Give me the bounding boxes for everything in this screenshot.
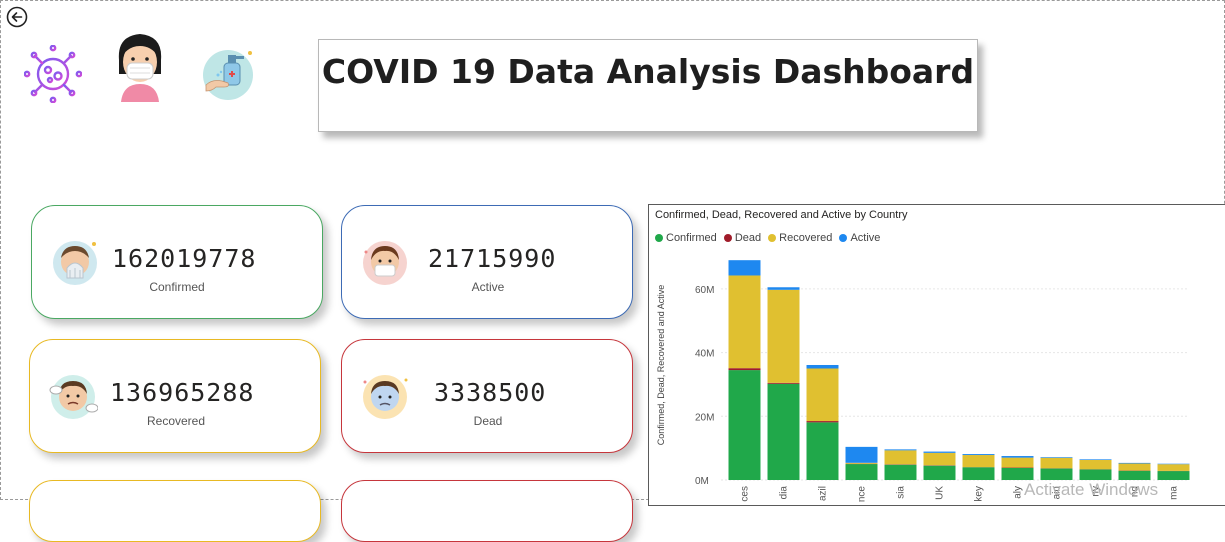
y-tick-label: 0M (695, 476, 709, 487)
x-tick-label: ma (1169, 486, 1180, 500)
kpi-recovered-value: 136965288 (110, 378, 254, 407)
x-tick-label: UK (935, 486, 946, 500)
bar-segment-active[interactable] (1119, 463, 1151, 464)
bar-segment-active[interactable] (1041, 457, 1073, 458)
bar-segment-recovered[interactable] (1158, 464, 1190, 471)
bar-segment-confirmed[interactable] (1158, 471, 1190, 480)
kpi-active-value: 21715990 (428, 244, 556, 273)
bar-segment-active[interactable] (885, 449, 917, 450)
y-tick-label: 20M (695, 412, 714, 423)
bar-segment-confirmed[interactable] (768, 384, 800, 480)
x-tick-label: azil (818, 486, 829, 501)
dashboard-title-card: COVID 19 Data Analysis Dashboard (318, 39, 978, 132)
bar-segment-confirmed[interactable] (846, 464, 878, 480)
bar-segment-confirmed[interactable] (1119, 471, 1151, 480)
kpi-card-dead[interactable]: 3338500 Dead (341, 339, 633, 453)
bar-segment-recovered[interactable] (885, 450, 917, 464)
bar-segment-confirmed[interactable] (1080, 469, 1112, 480)
bar-segment-recovered[interactable] (846, 463, 878, 464)
bar-segment-recovered[interactable] (963, 455, 995, 467)
bar-segment-active[interactable] (768, 287, 800, 290)
kpi-active-label: Active (428, 280, 548, 294)
back-arrow-icon[interactable] (6, 6, 28, 28)
bar-segment-confirmed[interactable] (729, 370, 761, 480)
x-tick-label: sia (896, 486, 907, 499)
masked-girl-icon (111, 30, 169, 102)
bar-segment-recovered[interactable] (1002, 458, 1034, 468)
bar-segment-confirmed[interactable] (807, 422, 839, 480)
bar-segment-dead[interactable] (768, 383, 800, 384)
kpi-dead-value: 3338500 (434, 378, 546, 407)
bar-segment-active[interactable] (807, 365, 839, 369)
kpi-card-partial-right[interactable] (341, 480, 633, 542)
bar-segment-active[interactable] (1002, 456, 1034, 458)
kpi-confirmed-value: 162019778 (112, 244, 256, 273)
kpi-card-confirmed[interactable]: 162019778 Confirmed (31, 205, 323, 319)
bar-segment-active[interactable] (846, 447, 878, 463)
bar-segment-active[interactable] (729, 260, 761, 275)
x-tick-label: aly (1013, 486, 1024, 499)
bar-segment-recovered[interactable] (924, 453, 956, 465)
kpi-card-recovered[interactable]: 136965288 Recovered (29, 339, 321, 453)
bar-segment-recovered[interactable] (1119, 464, 1151, 471)
hand-sanitizer-icon (198, 45, 258, 103)
kpi-card-active[interactable]: 21715990 Active (341, 205, 633, 319)
virus-icon (24, 45, 82, 103)
recovered-face-icon (48, 372, 98, 422)
sneezing-face-icon (50, 238, 100, 288)
bar-segment-recovered[interactable] (1080, 460, 1112, 469)
bar-segment-recovered[interactable] (729, 275, 761, 368)
bar-segment-recovered[interactable] (807, 369, 839, 422)
country-stacked-bar-chart[interactable]: Confirmed, Dead, Recovered and Active by… (648, 204, 1225, 506)
bar-segment-confirmed[interactable] (885, 465, 917, 480)
bar-segment-confirmed[interactable] (1002, 468, 1034, 480)
kpi-confirmed-label: Confirmed (112, 280, 242, 294)
dashboard-title: COVID 19 Data Analysis Dashboard (319, 40, 977, 91)
kpi-card-partial-left[interactable] (29, 480, 321, 542)
bar-segment-dead[interactable] (807, 421, 839, 422)
bar-segment-recovered[interactable] (768, 290, 800, 383)
x-tick-label: dia (779, 486, 790, 500)
x-tick-label: ces (740, 486, 751, 502)
bar-segment-confirmed[interactable] (1041, 469, 1073, 480)
activate-windows-watermark: Activate Windows (1024, 480, 1158, 500)
y-tick-label: 40M (695, 349, 714, 360)
sick-face-icon (360, 372, 410, 422)
kpi-dead-label: Dead (434, 414, 542, 428)
bar-segment-dead[interactable] (729, 368, 761, 370)
bar-segment-confirmed[interactable] (963, 467, 995, 480)
bar-segment-recovered[interactable] (1041, 458, 1073, 469)
masked-face-icon (360, 238, 410, 288)
bar-segment-active[interactable] (1080, 459, 1112, 460)
x-tick-label: key (974, 486, 985, 502)
bar-segment-confirmed[interactable] (924, 466, 956, 480)
bar-segment-active[interactable] (963, 454, 995, 455)
y-axis-title: Confirmed, Dead, Recovered and Active (656, 285, 666, 446)
chart-plot-area: Confirmed, Dead, Recovered and Active 0M 2… (649, 205, 1225, 505)
bar-segment-active[interactable] (924, 452, 956, 453)
y-tick-label: 60M (695, 285, 714, 296)
kpi-recovered-label: Recovered (110, 414, 242, 428)
